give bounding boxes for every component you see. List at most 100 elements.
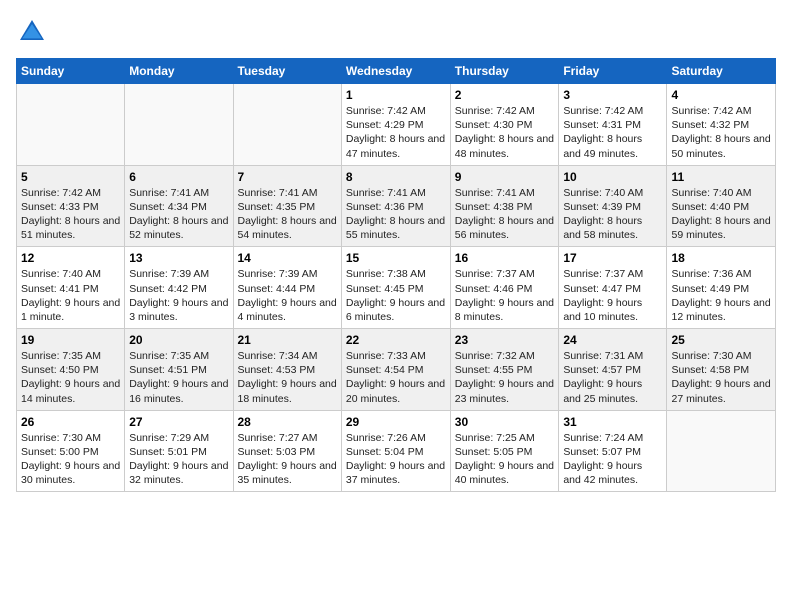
day-info: Sunrise: 7:42 AMSunset: 4:33 PMDaylight:…	[21, 186, 120, 243]
calendar-day-cell: 29Sunrise: 7:26 AMSunset: 5:04 PMDayligh…	[341, 410, 450, 492]
day-info: Sunrise: 7:35 AMSunset: 4:50 PMDaylight:…	[21, 349, 120, 406]
day-info: Sunrise: 7:29 AMSunset: 5:01 PMDaylight:…	[129, 431, 228, 488]
calendar-day-cell: 7 Sunrise: 7:41 AMSunset: 4:35 PMDaylight…	[233, 165, 341, 247]
day-info: Sunrise: 7:33 AMSunset: 4:54 PMDaylight:…	[346, 349, 446, 406]
logo-icon	[16, 16, 48, 48]
calendar-day-cell: 14 Sunrise: 7:39 AMSunset: 4:44 PMDayligh…	[233, 247, 341, 329]
day-number: 25	[671, 333, 771, 347]
calendar-day-cell: 28Sunrise: 7:27 AMSunset: 5:03 PMDayligh…	[233, 410, 341, 492]
weekday-header: Sunday	[17, 59, 125, 84]
day-info: Sunrise: 7:38 AMSunset: 4:45 PMDaylight:…	[346, 267, 446, 324]
calendar-day-cell: 12Sunrise: 7:40 AMSunset: 4:41 PMDayligh…	[17, 247, 125, 329]
calendar-day-cell: 27Sunrise: 7:29 AMSunset: 5:01 PMDayligh…	[125, 410, 233, 492]
day-number: 9	[455, 170, 555, 184]
day-info: Sunrise: 7:39 AMSunset: 4:42 PMDaylight:…	[129, 267, 228, 324]
day-info: Sunrise: 7:34 AMSunset: 4:53 PMDaylight:…	[238, 349, 337, 406]
calendar-day-cell: 4 Sunrise: 7:42 AMSunset: 4:32 PMDaylight…	[667, 84, 776, 166]
day-number: 13	[129, 251, 228, 265]
calendar-day-cell: 31Sunrise: 7:24 AMSunset: 5:07 PMDayligh…	[559, 410, 667, 492]
calendar-day-cell: 11 Sunrise: 7:40 AMSunset: 4:40 PMDayligh…	[667, 165, 776, 247]
calendar-day-cell: 5 Sunrise: 7:42 AMSunset: 4:33 PMDaylight…	[17, 165, 125, 247]
day-info: Sunrise: 7:40 AMSunset: 4:40 PMDaylight:…	[671, 186, 771, 243]
day-number: 10	[563, 170, 662, 184]
calendar-day-cell: 26 Sunrise: 7:30 AMSunset: 5:00 PMDayligh…	[17, 410, 125, 492]
day-number: 23	[455, 333, 555, 347]
calendar-day-cell: 3 Sunrise: 7:42 AMSunset: 4:31 PMDaylight…	[559, 84, 667, 166]
day-info: Sunrise: 7:25 AMSunset: 5:05 PMDaylight:…	[455, 431, 555, 488]
calendar-day-cell: 19Sunrise: 7:35 AMSunset: 4:50 PMDayligh…	[17, 329, 125, 411]
calendar-day-cell: 21 Sunrise: 7:34 AMSunset: 4:53 PMDayligh…	[233, 329, 341, 411]
calendar-header-row: SundayMondayTuesdayWednesdayThursdayFrid…	[17, 59, 776, 84]
day-info: Sunrise: 7:39 AMSunset: 4:44 PMDaylight:…	[238, 267, 337, 324]
weekday-header: Wednesday	[341, 59, 450, 84]
day-number: 15	[346, 251, 446, 265]
calendar-day-cell: 20 Sunrise: 7:35 AMSunset: 4:51 PMDayligh…	[125, 329, 233, 411]
calendar-day-cell: 13 Sunrise: 7:39 AMSunset: 4:42 PMDayligh…	[125, 247, 233, 329]
day-info: Sunrise: 7:42 AMSunset: 4:32 PMDaylight:…	[671, 104, 771, 161]
calendar-day-cell: 15 Sunrise: 7:38 AMSunset: 4:45 PMDayligh…	[341, 247, 450, 329]
calendar-day-cell: 23Sunrise: 7:32 AMSunset: 4:55 PMDayligh…	[450, 329, 559, 411]
calendar-day-cell: 2 Sunrise: 7:42 AMSunset: 4:30 PMDaylight…	[450, 84, 559, 166]
day-info: Sunrise: 7:31 AMSunset: 4:57 PMDaylight:…	[563, 349, 662, 406]
day-number: 14	[238, 251, 337, 265]
day-number: 11	[671, 170, 771, 184]
weekday-header: Monday	[125, 59, 233, 84]
day-number: 3	[563, 88, 662, 102]
day-info: Sunrise: 7:37 AMSunset: 4:47 PMDaylight:…	[563, 267, 662, 324]
day-info: Sunrise: 7:42 AMSunset: 4:30 PMDaylight:…	[455, 104, 555, 161]
day-number: 28	[238, 415, 337, 429]
day-info: Sunrise: 7:40 AMSunset: 4:39 PMDaylight:…	[563, 186, 662, 243]
calendar-day-cell: 18Sunrise: 7:36 AMSunset: 4:49 PMDayligh…	[667, 247, 776, 329]
weekday-header: Tuesday	[233, 59, 341, 84]
day-info: Sunrise: 7:37 AMSunset: 4:46 PMDaylight:…	[455, 267, 555, 324]
calendar-week-row: 1 Sunrise: 7:42 AMSunset: 4:29 PMDaylight…	[17, 84, 776, 166]
day-number: 4	[671, 88, 771, 102]
day-number: 16	[455, 251, 555, 265]
calendar-day-cell: 30 Sunrise: 7:25 AMSunset: 5:05 PMDayligh…	[450, 410, 559, 492]
day-info: Sunrise: 7:41 AMSunset: 4:35 PMDaylight:…	[238, 186, 337, 243]
day-info: Sunrise: 7:26 AMSunset: 5:04 PMDaylight:…	[346, 431, 446, 488]
calendar-day-cell: 9 Sunrise: 7:41 AMSunset: 4:38 PMDaylight…	[450, 165, 559, 247]
day-info: Sunrise: 7:24 AMSunset: 5:07 PMDaylight:…	[563, 431, 662, 488]
day-number: 21	[238, 333, 337, 347]
calendar-week-row: 19Sunrise: 7:35 AMSunset: 4:50 PMDayligh…	[17, 329, 776, 411]
calendar-day-cell	[667, 410, 776, 492]
calendar-day-cell: 6 Sunrise: 7:41 AMSunset: 4:34 PMDaylight…	[125, 165, 233, 247]
day-info: Sunrise: 7:41 AMSunset: 4:36 PMDaylight:…	[346, 186, 446, 243]
day-info: Sunrise: 7:42 AMSunset: 4:31 PMDaylight:…	[563, 104, 662, 161]
page-header	[16, 16, 776, 48]
calendar-day-cell: 22 Sunrise: 7:33 AMSunset: 4:54 PMDayligh…	[341, 329, 450, 411]
calendar-day-cell: 25Sunrise: 7:30 AMSunset: 4:58 PMDayligh…	[667, 329, 776, 411]
day-number: 6	[129, 170, 228, 184]
calendar-day-cell	[233, 84, 341, 166]
logo	[16, 16, 52, 48]
day-number: 26	[21, 415, 120, 429]
calendar-day-cell: 24Sunrise: 7:31 AMSunset: 4:57 PMDayligh…	[559, 329, 667, 411]
calendar-day-cell: 10 Sunrise: 7:40 AMSunset: 4:39 PMDayligh…	[559, 165, 667, 247]
day-number: 30	[455, 415, 555, 429]
day-info: Sunrise: 7:30 AMSunset: 5:00 PMDaylight:…	[21, 431, 120, 488]
day-number: 7	[238, 170, 337, 184]
calendar-day-cell: 17 Sunrise: 7:37 AMSunset: 4:47 PMDayligh…	[559, 247, 667, 329]
day-info: Sunrise: 7:42 AMSunset: 4:29 PMDaylight:…	[346, 104, 446, 161]
day-info: Sunrise: 7:35 AMSunset: 4:51 PMDaylight:…	[129, 349, 228, 406]
day-number: 22	[346, 333, 446, 347]
weekday-header: Thursday	[450, 59, 559, 84]
day-number: 5	[21, 170, 120, 184]
calendar-day-cell	[17, 84, 125, 166]
calendar-day-cell	[125, 84, 233, 166]
day-number: 1	[346, 88, 446, 102]
day-number: 20	[129, 333, 228, 347]
calendar-day-cell: 1 Sunrise: 7:42 AMSunset: 4:29 PMDaylight…	[341, 84, 450, 166]
day-number: 17	[563, 251, 662, 265]
day-info: Sunrise: 7:41 AMSunset: 4:34 PMDaylight:…	[129, 186, 228, 243]
day-number: 18	[671, 251, 771, 265]
calendar-week-row: 26 Sunrise: 7:30 AMSunset: 5:00 PMDayligh…	[17, 410, 776, 492]
calendar-week-row: 5 Sunrise: 7:42 AMSunset: 4:33 PMDaylight…	[17, 165, 776, 247]
day-number: 8	[346, 170, 446, 184]
day-number: 2	[455, 88, 555, 102]
calendar-day-cell: 8 Sunrise: 7:41 AMSunset: 4:36 PMDaylight…	[341, 165, 450, 247]
weekday-header: Saturday	[667, 59, 776, 84]
day-number: 12	[21, 251, 120, 265]
day-info: Sunrise: 7:41 AMSunset: 4:38 PMDaylight:…	[455, 186, 555, 243]
